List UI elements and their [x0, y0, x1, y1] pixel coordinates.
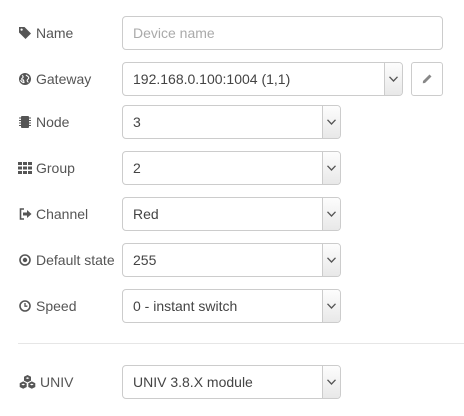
default-state-label-group: Default state	[18, 243, 115, 277]
speed-label: Speed	[36, 298, 77, 314]
chevron-down-icon[interactable]	[322, 198, 340, 230]
gateway-label: Gateway	[36, 71, 92, 87]
speed-value: 0 - instant switch	[133, 298, 238, 314]
channel-value: Red	[133, 206, 159, 222]
name-label-group: Name	[18, 16, 73, 50]
edit-gateway-button[interactable]	[411, 62, 443, 96]
channel-label: Channel	[36, 206, 89, 222]
tag-icon	[18, 26, 32, 40]
chevron-down-icon[interactable]	[322, 244, 340, 276]
channel-select[interactable]: Red	[122, 197, 341, 231]
speed-select[interactable]: 0 - instant switch	[122, 289, 341, 323]
speed-row: Speed 0 - instant switch	[0, 289, 464, 323]
group-label: Group	[36, 160, 75, 176]
group-value: 2	[133, 160, 141, 176]
univ-value: UNIV 3.8.X module	[133, 374, 253, 390]
gateway-row: Gateway 192.168.0.100:1004 (1,1)	[0, 62, 464, 96]
clock-icon	[18, 299, 32, 313]
chevron-down-icon[interactable]	[322, 106, 340, 138]
chevron-down-icon[interactable]	[322, 290, 340, 322]
sign-out-icon	[18, 207, 32, 221]
channel-label-group: Channel	[18, 197, 88, 231]
name-row: Name	[0, 16, 464, 50]
name-label: Name	[36, 25, 74, 41]
globe-icon	[18, 72, 32, 86]
univ-row: UNIV UNIV 3.8.X module	[0, 365, 464, 399]
node-label-group: Node	[18, 105, 69, 139]
node-value: 3	[133, 114, 141, 130]
node-label: Node	[36, 114, 70, 130]
node-select[interactable]: 3	[122, 105, 341, 139]
default-state-row: Default state 255	[0, 243, 464, 277]
channel-row: Channel Red	[0, 197, 464, 231]
group-row: Group 2	[0, 151, 464, 185]
gateway-value: 192.168.0.100:1004 (1,1)	[133, 71, 291, 87]
gateway-label-group: Gateway	[18, 62, 91, 96]
gateway-select[interactable]: 192.168.0.100:1004 (1,1)	[122, 62, 403, 96]
group-select[interactable]: 2	[122, 151, 341, 185]
chip-icon	[18, 115, 32, 129]
pencil-icon	[422, 71, 433, 87]
dot-circle-icon	[18, 253, 32, 267]
univ-select[interactable]: UNIV 3.8.X module	[122, 365, 341, 399]
name-input[interactable]	[123, 17, 442, 49]
chevron-down-icon[interactable]	[322, 152, 340, 184]
chevron-down-icon[interactable]	[322, 366, 340, 398]
default-state-value: 255	[133, 252, 157, 268]
grid-icon	[18, 161, 32, 175]
default-state-label: Default state	[36, 252, 115, 268]
group-label-group: Group	[18, 151, 75, 185]
univ-label-group: UNIV	[18, 365, 73, 399]
name-field[interactable]	[122, 16, 443, 50]
cubes-icon	[18, 375, 36, 389]
univ-label: UNIV	[40, 374, 74, 390]
chevron-down-icon[interactable]	[384, 63, 402, 95]
section-divider	[18, 343, 464, 344]
node-row: Node 3	[0, 105, 464, 139]
default-state-select[interactable]: 255	[122, 243, 341, 277]
speed-label-group: Speed	[18, 289, 76, 323]
